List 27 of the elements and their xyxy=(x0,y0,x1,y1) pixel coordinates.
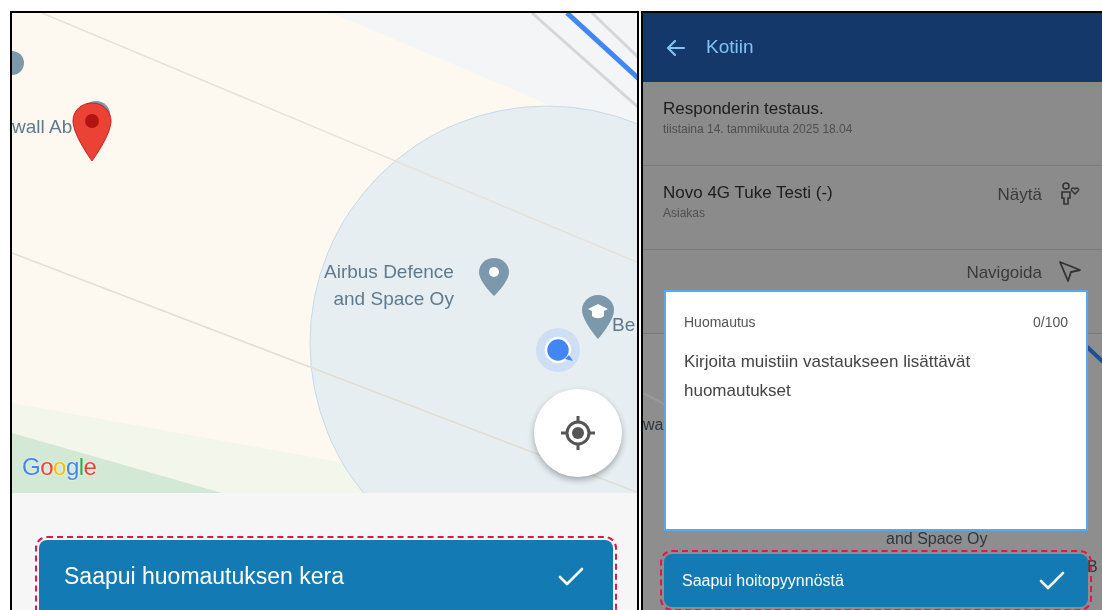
row-action-link[interactable]: Navigoida xyxy=(966,260,1042,286)
checkmark-icon xyxy=(1038,569,1066,592)
row-subtitle: tiistaina 14. tammikuuta 2025 18.04 xyxy=(663,121,853,138)
school-pin-icon xyxy=(582,295,614,339)
back-button[interactable] xyxy=(665,37,686,58)
note-field[interactable]: Huomautus 0/100 Kirjoita muistiin vastaukseen lisättävät huomautukset xyxy=(664,290,1088,531)
crosshair-icon xyxy=(561,416,595,450)
map-label: Be xyxy=(612,313,636,337)
character-counter: 0/100 xyxy=(1032,313,1068,332)
map-label: Airbus Defence and Space Oy xyxy=(324,260,454,311)
map-label: wall Ab xyxy=(12,115,73,139)
google-logo: Google xyxy=(22,452,97,482)
header-title: Kotiin xyxy=(706,35,754,60)
person-heart-icon xyxy=(1058,182,1082,206)
map-pin-icon xyxy=(12,51,26,75)
row-subtitle: Asiakas xyxy=(663,205,707,222)
navigation-arrow-icon xyxy=(1058,260,1082,284)
row-action-link[interactable]: Näytä xyxy=(997,182,1042,208)
field-label: Huomautus xyxy=(684,313,756,332)
location-dot-icon xyxy=(536,328,580,372)
row-title: Responderin testaus. xyxy=(663,98,825,120)
back-arrow-icon xyxy=(665,37,686,58)
map-label: and Space Oy xyxy=(886,529,988,549)
map-label: wa xyxy=(643,415,664,435)
row-title: Novo 4G Tuke Testi (-) xyxy=(663,182,833,204)
location-pin-icon xyxy=(72,102,112,162)
map-pin-icon xyxy=(479,258,509,298)
